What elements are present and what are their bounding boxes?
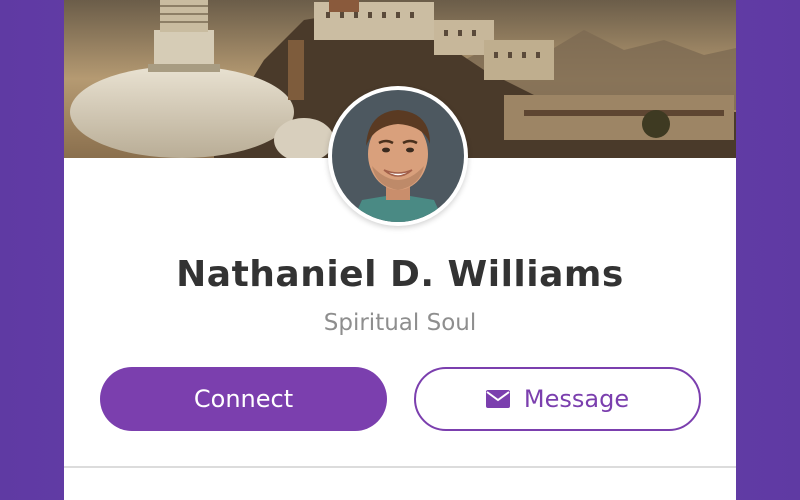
profile-name: Nathaniel D. Williams bbox=[176, 254, 624, 295]
divider bbox=[64, 466, 736, 468]
connect-button[interactable]: Connect bbox=[100, 367, 387, 431]
avatar[interactable] bbox=[328, 86, 468, 226]
page-background: Nathaniel D. Williams Spiritual Soul Con… bbox=[0, 0, 800, 500]
profile-card: Nathaniel D. Williams Spiritual Soul Con… bbox=[64, 0, 736, 500]
profile-subtitle: Spiritual Soul bbox=[323, 310, 477, 336]
envelope-icon bbox=[485, 390, 510, 408]
message-button-label: Message bbox=[523, 385, 630, 413]
avatar-photo bbox=[332, 90, 464, 222]
message-button[interactable]: Message bbox=[414, 367, 701, 431]
connect-button-label: Connect bbox=[193, 385, 294, 413]
